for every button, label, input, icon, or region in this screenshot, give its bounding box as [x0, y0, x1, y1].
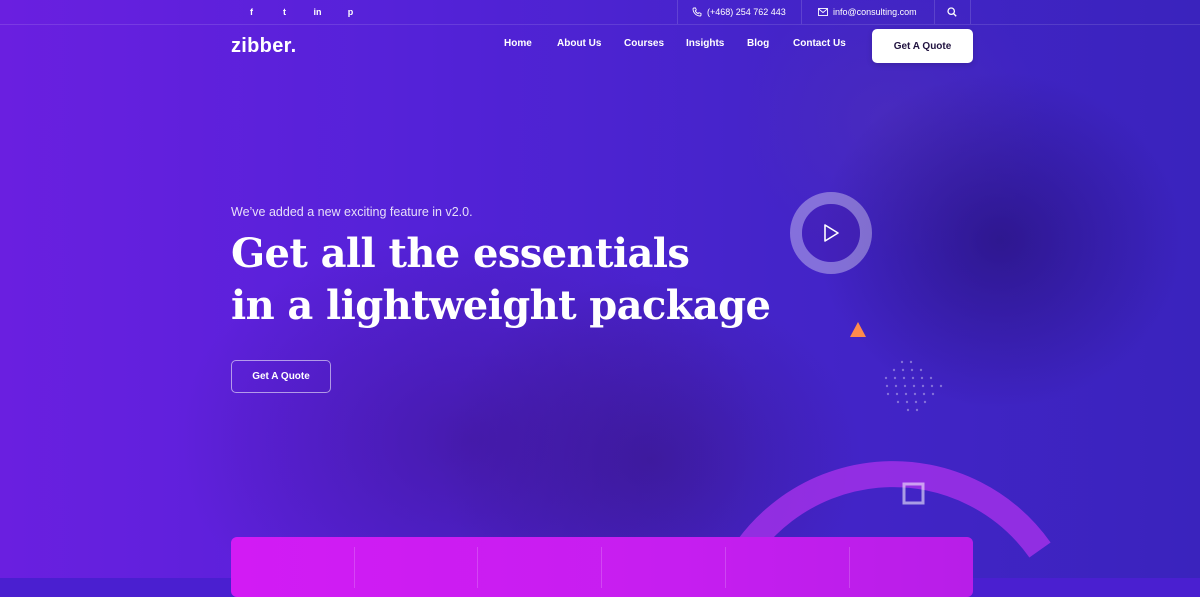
- nav-about-us[interactable]: About Us: [557, 38, 601, 49]
- email-address: info@consulting.com: [833, 7, 917, 17]
- linkedin-icon[interactable]: in: [301, 0, 334, 24]
- hero-headline: Get all the essentials in a lightweight …: [231, 228, 791, 332]
- hero-tagline: We’ve added a new exciting feature in v2…: [231, 205, 473, 219]
- nav-insights[interactable]: Insights: [686, 38, 724, 49]
- get-quote-header-button[interactable]: Get A Quote: [872, 29, 973, 63]
- nav-home[interactable]: Home: [504, 38, 532, 49]
- twitter-icon[interactable]: t: [268, 0, 301, 24]
- play-video-button[interactable]: [789, 191, 873, 275]
- pinterest-icon[interactable]: p: [334, 0, 367, 24]
- band-divider: [601, 547, 602, 588]
- nav-blog[interactable]: Blog: [747, 38, 769, 49]
- nav-contact-us[interactable]: Contact Us: [793, 38, 846, 49]
- topbar-divider: [677, 0, 678, 24]
- phone-contact[interactable]: (+468) 254 762 443: [692, 0, 786, 24]
- mail-icon: [818, 8, 828, 16]
- feature-band: [231, 537, 973, 597]
- search-button[interactable]: [934, 0, 970, 24]
- band-divider: [477, 547, 478, 588]
- nav-courses[interactable]: Courses: [624, 38, 664, 49]
- band-divider: [849, 547, 850, 588]
- band-divider: [725, 547, 726, 588]
- topbar-divider: [970, 0, 971, 24]
- headline-line-1: Get all the essentials: [231, 230, 690, 277]
- search-icon: [947, 7, 957, 17]
- facebook-icon[interactable]: f: [235, 0, 268, 24]
- phone-icon: [692, 7, 702, 17]
- logo[interactable]: zibber.: [231, 35, 296, 58]
- band-divider: [354, 547, 355, 588]
- social-links: f t in p: [235, 0, 367, 24]
- topbar-divider: [801, 0, 802, 24]
- email-contact[interactable]: info@consulting.com: [818, 0, 917, 24]
- top-bar: f t in p (+468) 254 762 443 info@consult…: [0, 0, 1200, 25]
- get-quote-hero-button[interactable]: Get A Quote: [231, 360, 331, 393]
- headline-line-2: in a lightweight package: [231, 282, 771, 329]
- phone-number: (+468) 254 762 443: [707, 7, 786, 17]
